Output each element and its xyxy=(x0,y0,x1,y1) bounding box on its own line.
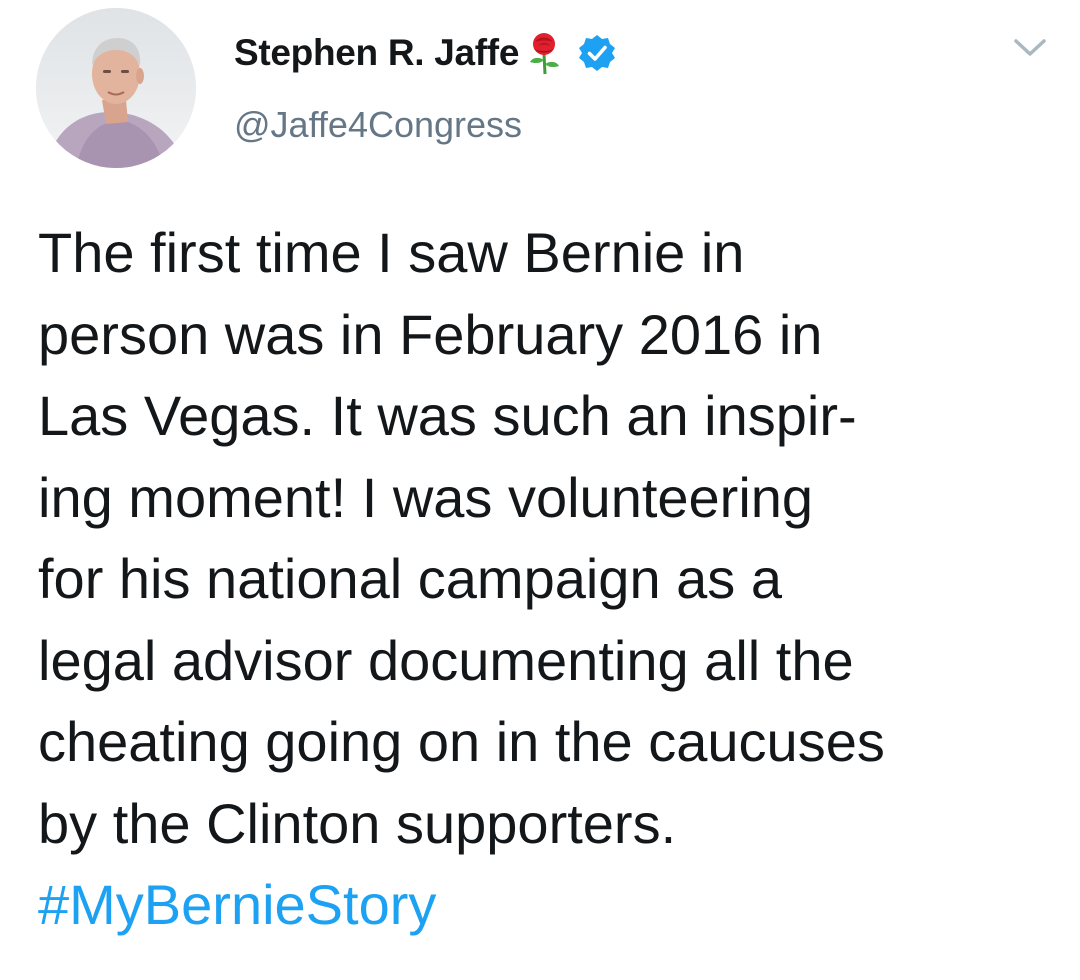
display-name[interactable]: Stephen R. Jaffe xyxy=(234,32,519,74)
tweet-text-line: The first time I saw Bernie in xyxy=(38,221,745,284)
tweet-text: The first time I saw Bernie in person wa… xyxy=(38,212,1058,946)
tweet-text-line: person was in February 2016 in xyxy=(38,302,823,366)
tweet-text-line: by the Clinton supporters. xyxy=(38,791,677,855)
tweet-card: Stephen R. Jaffe @Jaffe4Congress The fir… xyxy=(0,0,1080,980)
author-handle[interactable]: @Jaffe4Congress xyxy=(234,104,522,146)
tweet-text-line: cheating going on in the caucuses xyxy=(38,710,885,773)
chevron-down-icon[interactable] xyxy=(1012,34,1048,62)
tweet-text-line: ing moment! I was volunteering xyxy=(38,465,814,529)
tweet-text-line: legal advisor documenting all the xyxy=(38,628,854,692)
hashtag-link[interactable]: #MyBernieStory xyxy=(38,864,1058,946)
author-name-row: Stephen R. Jaffe xyxy=(234,28,617,78)
profile-photo xyxy=(36,8,196,168)
verified-badge-icon xyxy=(577,33,617,73)
rose-icon xyxy=(521,30,567,76)
avatar[interactable] xyxy=(36,8,196,168)
tweet-text-line: Las Vegas. It was such an inspir- xyxy=(38,384,857,447)
tweet-text-line: for his national campaign as a xyxy=(38,547,782,610)
